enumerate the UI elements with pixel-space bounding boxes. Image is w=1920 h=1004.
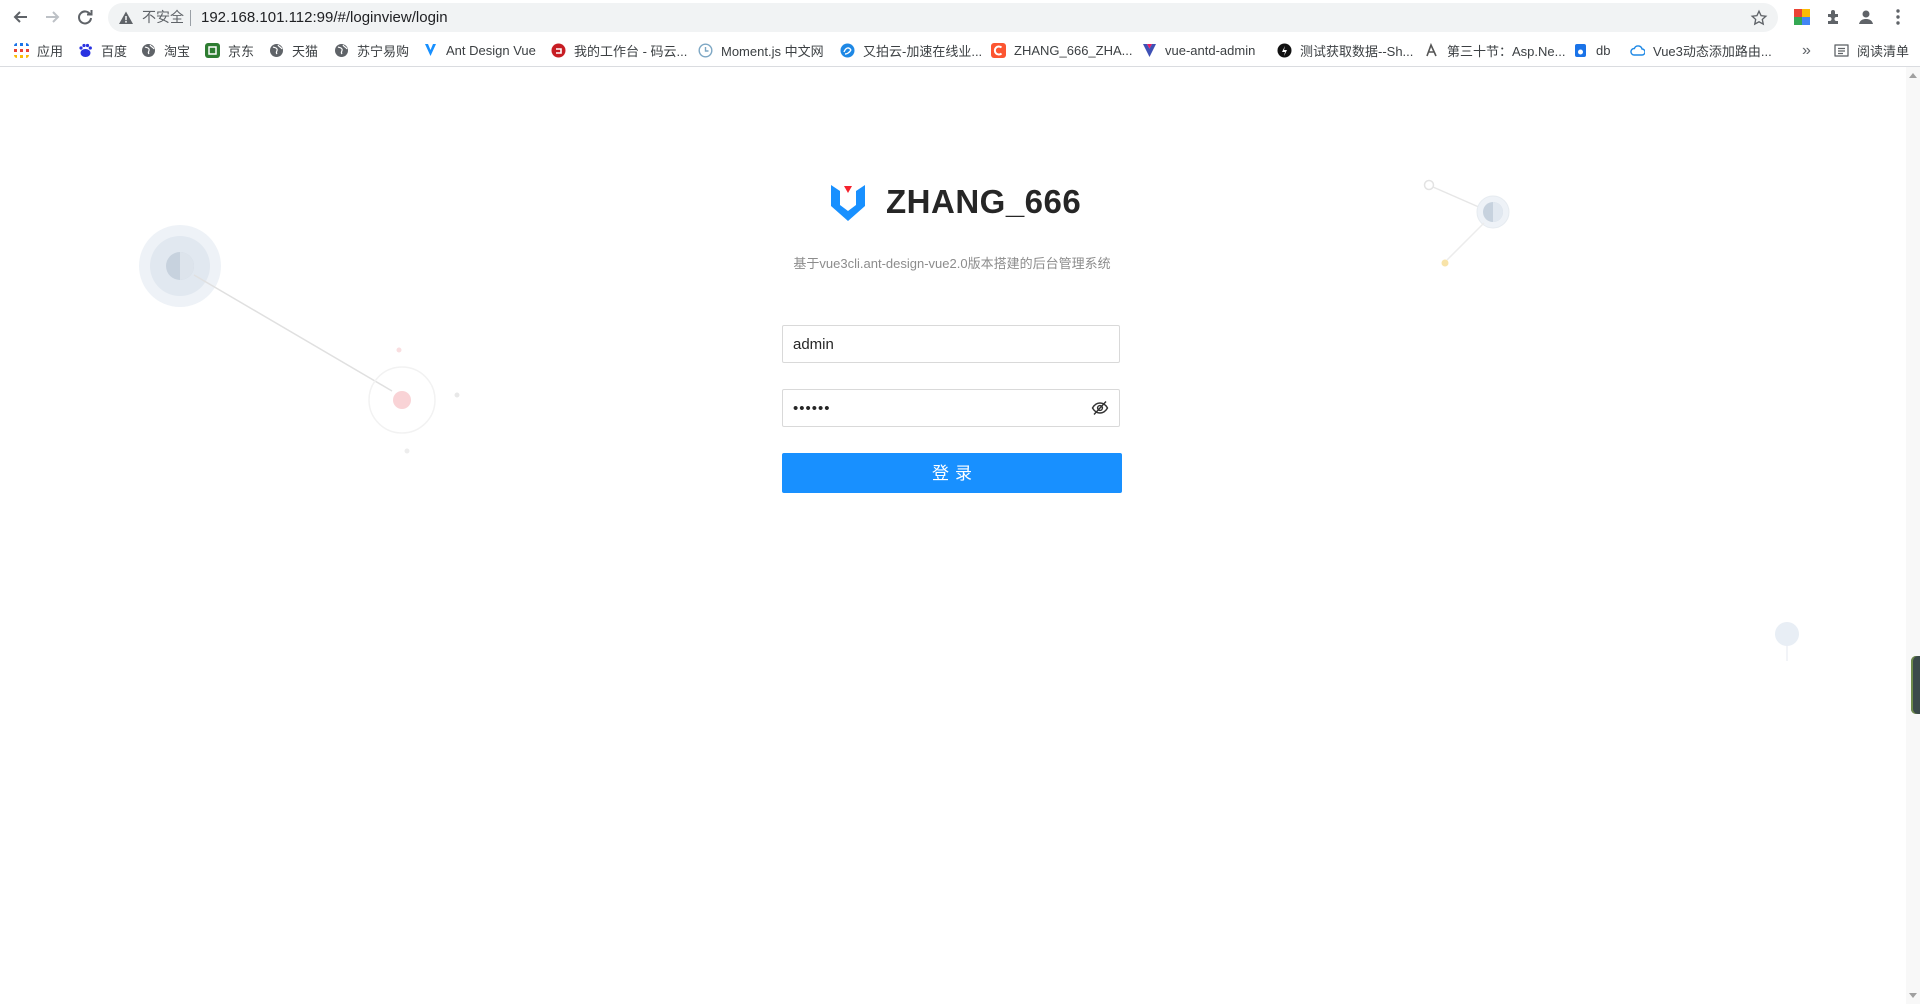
profile-icon[interactable] bbox=[1856, 7, 1876, 27]
bookmark-label: db bbox=[1596, 43, 1611, 58]
deco-pink-node bbox=[393, 391, 411, 409]
omnibox-divider bbox=[190, 10, 191, 26]
deco-line bbox=[1432, 186, 1482, 209]
arrow-right-icon bbox=[46, 11, 60, 23]
reading-list-icon bbox=[1834, 44, 1849, 57]
warning-icon[interactable] bbox=[118, 10, 134, 26]
deco-dot bbox=[404, 448, 410, 454]
jd-icon bbox=[205, 43, 220, 58]
bookmark-label: Vue3动态添加路由... bbox=[1653, 44, 1772, 59]
deco-pin-head bbox=[1775, 622, 1799, 646]
bookmark-label: Moment.js 中文网 bbox=[721, 44, 824, 59]
upyun-icon bbox=[840, 43, 855, 58]
bookmark-csdn[interactable]: ZHANG_666_ZHA... bbox=[991, 35, 1133, 66]
bookmark-upyun[interactable]: 又拍云-加速在线业... bbox=[840, 35, 982, 66]
extension-colorful-icon[interactable] bbox=[1792, 7, 1812, 27]
puzzle-icon[interactable] bbox=[1824, 7, 1844, 27]
bookmark-label: 京东 bbox=[228, 44, 255, 59]
login-button[interactable]: 登录 bbox=[782, 453, 1122, 493]
bookmark-label: 百度 bbox=[101, 44, 128, 59]
scroll-down-arrow[interactable] bbox=[1909, 993, 1917, 998]
apps-grid-icon bbox=[14, 43, 29, 58]
bookmark-label: Ant Design Vue bbox=[446, 43, 536, 58]
bookmark-baidu[interactable]: 百度 bbox=[78, 35, 127, 66]
db-icon bbox=[1575, 44, 1586, 57]
star-icon[interactable] bbox=[1750, 9, 1768, 27]
bookmark-label: vue-antd-admin bbox=[1165, 43, 1256, 58]
vue-icon bbox=[1143, 44, 1156, 57]
password-input[interactable] bbox=[793, 390, 1083, 426]
bookmark-moment[interactable]: Moment.js 中文网 bbox=[698, 35, 824, 66]
bookmarks-bar: 应用 百度 淘宝 京东 天猫 苏宁易购 Ant Design Vue 我的工作台… bbox=[0, 35, 1920, 67]
baidu-icon bbox=[79, 43, 92, 57]
bookmark-antdv[interactable]: Ant Design Vue bbox=[423, 35, 536, 66]
deco-dot bbox=[1423, 179, 1435, 191]
address-bar[interactable]: 不安全 192.168.101.112:99/#/loginview/login bbox=[108, 3, 1778, 32]
reload-icon bbox=[78, 10, 93, 25]
username-field[interactable] bbox=[782, 325, 1120, 363]
bookmark-suning[interactable]: 苏宁易购 bbox=[334, 35, 409, 66]
bookmark-label: 天猫 bbox=[292, 44, 319, 59]
bookmark-label: ZHANG_666_ZHA... bbox=[1014, 43, 1133, 58]
reading-list-button[interactable]: 阅读清单 bbox=[1834, 35, 1909, 66]
login-page: ZHANG_666 基于vue3cli.ant-design-vue2.0版本搭… bbox=[0, 67, 1906, 1004]
arrow-left-icon bbox=[13, 11, 27, 23]
side-extension-tab[interactable] bbox=[1911, 656, 1920, 714]
antdv-icon bbox=[425, 44, 436, 56]
deco-line bbox=[1446, 222, 1485, 261]
bookmark-label: 我的工作台 - 码云... bbox=[574, 44, 688, 59]
more-bookmarks-button[interactable]: » bbox=[1802, 35, 1811, 66]
reload-button[interactable] bbox=[72, 4, 98, 30]
back-button[interactable] bbox=[8, 4, 34, 30]
globe-icon bbox=[270, 44, 283, 57]
forward-button[interactable] bbox=[39, 4, 65, 30]
blog-icon bbox=[1426, 43, 1437, 57]
cloud-icon bbox=[1630, 45, 1645, 56]
bookmark-label: 第三十节：Asp.Ne... bbox=[1447, 44, 1566, 59]
logo-icon bbox=[831, 185, 865, 221]
browser-toolbar: 不安全 192.168.101.112:99/#/loginview/login bbox=[0, 0, 1920, 35]
bookmark-test-data[interactable]: 测试获取数据--Sh... bbox=[1277, 35, 1413, 66]
bookmark-vue3-routes[interactable]: Vue3动态添加路由... bbox=[1630, 35, 1772, 66]
bookmark-db[interactable]: db bbox=[1573, 35, 1610, 66]
bookmark-jd[interactable]: 京东 bbox=[205, 35, 254, 66]
url-text[interactable]: 192.168.101.112:99/#/loginview/login bbox=[201, 3, 448, 32]
gitee-icon bbox=[551, 43, 566, 58]
deco-line bbox=[193, 274, 393, 392]
globe-icon bbox=[142, 44, 155, 57]
bookmark-vue-antd-admin[interactable]: vue-antd-admin bbox=[1142, 35, 1255, 66]
globe-icon bbox=[335, 44, 348, 57]
app-title: ZHANG_666 bbox=[886, 183, 1082, 220]
csdn-icon bbox=[991, 43, 1006, 58]
bookmark-label: 淘宝 bbox=[164, 44, 191, 59]
page-scrollbar[interactable] bbox=[1906, 67, 1920, 1004]
reading-list-label: 阅读清单 bbox=[1857, 44, 1910, 59]
bookmark-gitee[interactable]: 我的工作台 - 码云... bbox=[551, 35, 687, 66]
menu-kebab-icon[interactable] bbox=[1888, 7, 1908, 27]
username-input[interactable] bbox=[793, 326, 1083, 362]
bookmark-label: 测试获取数据--Sh... bbox=[1300, 44, 1414, 59]
scroll-up-arrow[interactable] bbox=[1909, 73, 1917, 78]
clock-icon bbox=[698, 43, 713, 58]
brand: ZHANG_666 bbox=[830, 177, 1081, 227]
bookmark-label: 应用 bbox=[37, 44, 64, 59]
security-label[interactable]: 不安全 bbox=[142, 3, 184, 32]
bookmark-blog[interactable]: 第三十节：Asp.Ne... bbox=[1424, 35, 1565, 66]
deco-dot bbox=[396, 347, 402, 353]
bookmark-apps[interactable]: 应用 bbox=[14, 35, 63, 66]
app-subtitle: 基于vue3cli.ant-design-vue2.0版本搭建的后台管理系统 bbox=[793, 256, 1111, 271]
bookmark-taobao[interactable]: 淘宝 bbox=[141, 35, 190, 66]
password-field[interactable] bbox=[782, 389, 1120, 427]
bookmark-tmall[interactable]: 天猫 bbox=[269, 35, 318, 66]
bookmark-label: 苏宁易购 bbox=[357, 44, 410, 59]
deco-dot bbox=[454, 392, 460, 398]
bookmark-label: 又拍云-加速在线业... bbox=[863, 44, 983, 59]
eye-invisible-icon[interactable] bbox=[1091, 400, 1109, 416]
deco-yellow-dot bbox=[1441, 259, 1449, 267]
dark-circle-icon bbox=[1277, 43, 1292, 58]
